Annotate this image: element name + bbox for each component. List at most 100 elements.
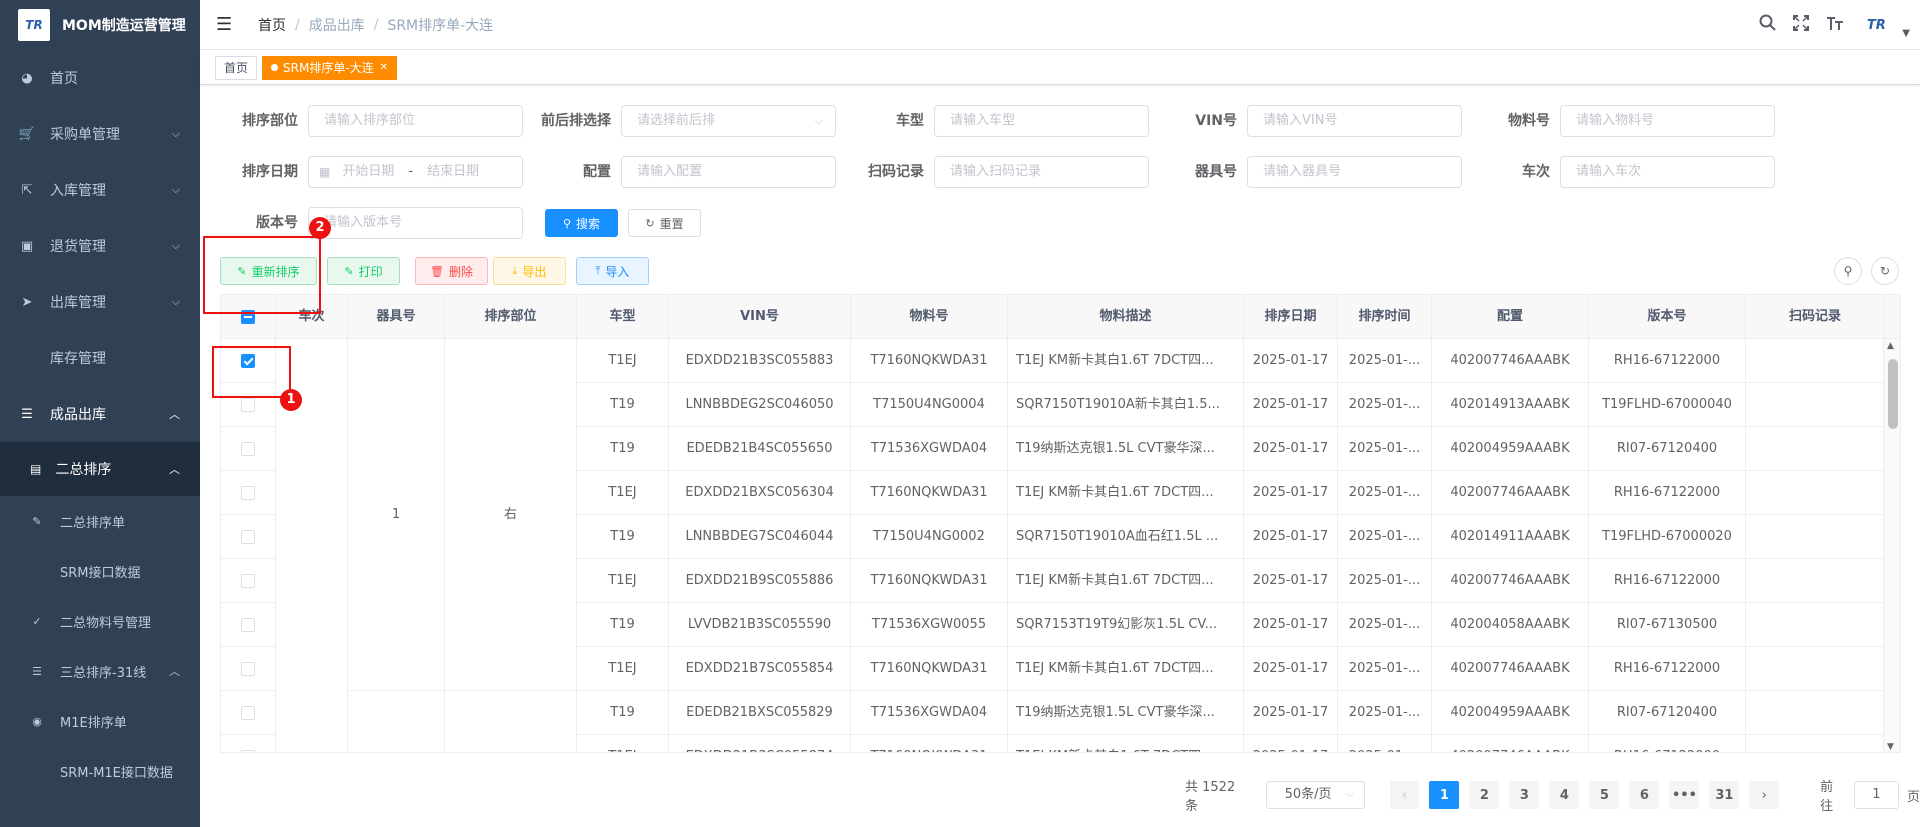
page-button[interactable]: ••• <box>1669 781 1700 809</box>
breadcrumb-home[interactable]: 首页 <box>258 15 286 35</box>
input-placeholder: 请选择前后排 <box>637 113 716 128</box>
page-button[interactable]: 4 <box>1549 781 1580 809</box>
header: ☰ 首页 / 成品出库 / SRM排序单-大连 TR ▼ <box>200 0 1920 50</box>
sidebar-sub-item[interactable]: ◉ M1E排序单 <box>0 696 200 746</box>
font-size-icon[interactable] <box>1818 15 1852 36</box>
row-checkbox-cell[interactable] <box>221 647 276 691</box>
sidebar-item[interactable]: ☰ 成品出库 ︿ <box>0 386 200 442</box>
search-icon[interactable] <box>1750 14 1784 36</box>
start-date-input[interactable]: 开始日期 <box>342 157 394 187</box>
sidebar-item[interactable]: ▣ 退货管理 ⌵ <box>0 218 200 274</box>
page-size-select[interactable]: 50条/页 ⌵ <box>1265 781 1365 809</box>
table-cell <box>1746 735 1885 752</box>
scroll-down-icon[interactable]: ▼ <box>1887 742 1894 752</box>
prev-page-button[interactable]: ‹ <box>1389 781 1420 809</box>
select-field[interactable]: 请选择前后排 ⌵ <box>621 105 836 137</box>
sidebar-item[interactable]: ➤ 出库管理 ⌵ <box>0 274 200 330</box>
reset-button[interactable]: ↻ 重置 <box>628 209 701 237</box>
sidebar-sub-item[interactable]: ☰ 三总排序-31线 ︿ <box>0 646 200 696</box>
export-button[interactable]: ⤓ 导出 <box>493 257 566 285</box>
row-checkbox[interactable] <box>241 573 255 588</box>
text-input[interactable]: 请输入物料号 <box>1560 105 1775 137</box>
sidebar-sub-item[interactable]: ✎ 二总排序单 <box>0 496 200 546</box>
table-cell: T71536XGWDA04 <box>851 691 1008 735</box>
breadcrumb-separator: / <box>295 16 300 33</box>
tag-srm-sort[interactable]: SRM排序单-大连 ✕ <box>262 55 398 80</box>
table-cell: 402007746AAABK <box>1432 559 1589 603</box>
row-checkbox-cell[interactable] <box>221 427 276 471</box>
table-cell: T1EJ KM新卡其白1.6T 7DCT四... <box>1008 471 1244 515</box>
toggle-search-icon[interactable]: ⚲ <box>1834 257 1862 285</box>
refresh-icon[interactable]: ↻ <box>1871 257 1899 285</box>
row-checkbox[interactable] <box>241 529 255 544</box>
hamburger-icon[interactable]: ☰ <box>216 14 236 35</box>
goto-label: 前往 <box>1820 780 1834 814</box>
sidebar-item[interactable]: 🛒 采购单管理 ⌵ <box>0 106 200 162</box>
row-checkbox[interactable] <box>241 485 255 500</box>
sidebar-item[interactable]: ◕ 首页 <box>0 50 200 106</box>
page-button[interactable]: 31 <box>1709 781 1740 809</box>
next-page-button[interactable]: › <box>1749 781 1780 809</box>
scrollbar-thumb[interactable] <box>1888 359 1898 429</box>
row-checkbox-cell[interactable] <box>221 735 276 752</box>
row-checkbox[interactable] <box>241 705 255 720</box>
row-checkbox-cell[interactable] <box>221 603 276 647</box>
column-header: 排序部位 <box>445 295 577 339</box>
sidebar-item[interactable]: 库存管理 <box>0 330 200 386</box>
table-cell: RH16-67122000 <box>1589 735 1746 752</box>
text-input[interactable]: 请输入版本号 <box>308 207 523 239</box>
row-checkbox[interactable] <box>241 749 255 752</box>
sidebar-sub-item[interactable]: SRM-M1E接口数据 <box>0 746 200 796</box>
column-header: 扫码记录 <box>1746 295 1885 339</box>
scroll-up-icon[interactable]: ▲ <box>1887 341 1894 351</box>
page-button[interactable]: 2 <box>1469 781 1500 809</box>
row-checkbox-cell[interactable] <box>221 691 276 735</box>
page-button[interactable]: 3 <box>1509 781 1540 809</box>
sidebar-sub-item[interactable]: ✓ 二总物料号管理 <box>0 596 200 646</box>
tag-home[interactable]: 首页 <box>215 55 258 80</box>
text-input[interactable]: 请输入器具号 <box>1247 156 1462 188</box>
input-placeholder: 请输入车次 <box>1576 164 1642 179</box>
tag-label: 首页 <box>224 61 249 75</box>
page-button[interactable]: 6 <box>1629 781 1660 809</box>
row-checkbox[interactable] <box>241 441 255 456</box>
row-checkbox[interactable] <box>241 661 255 676</box>
sidebar-item-label: 采购单管理 <box>50 127 120 143</box>
table-cell: LNNBBDEG2SC046050 <box>669 383 851 427</box>
field-label: 排序日期 <box>242 164 298 180</box>
goto-page-input[interactable]: 1 <box>1853 781 1899 809</box>
row-checkbox-cell[interactable] <box>221 559 276 603</box>
text-input[interactable]: 请输入排序部位 <box>308 105 523 137</box>
sidebar-sub-item[interactable]: SRM接口数据 <box>0 546 200 596</box>
sidebar-group[interactable]: ▤ 二总排序 ︿ <box>0 442 200 496</box>
search-button[interactable]: ⚲ 搜索 <box>545 209 618 237</box>
row-checkbox-cell[interactable] <box>221 515 276 559</box>
text-input[interactable]: 请输入车型 <box>934 105 1149 137</box>
field-label: 车型 <box>896 113 924 129</box>
row-checkbox[interactable] <box>241 397 255 412</box>
table-cell: 402007746AAABK <box>1432 339 1589 383</box>
date-range-picker[interactable]: ▦ 开始日期 - 结束日期 <box>308 156 523 188</box>
print-button[interactable]: ✎ 打印 <box>327 257 400 285</box>
caret-down-icon[interactable]: ▼ <box>1902 28 1910 39</box>
scrollbar[interactable]: ▲ ▼ <box>1883 339 1900 752</box>
annotation-badge-1: 1 <box>280 389 302 411</box>
close-icon[interactable]: ✕ <box>380 62 388 73</box>
text-input[interactable]: 请输入VIN号 <box>1247 105 1462 137</box>
fullscreen-icon[interactable] <box>1784 14 1818 36</box>
end-date-input[interactable]: 结束日期 <box>427 157 479 187</box>
page-button[interactable]: 5 <box>1589 781 1620 809</box>
delete-button[interactable]: 🗑 删除 <box>415 257 488 285</box>
import-button[interactable]: ⤒ 导入 <box>576 257 649 285</box>
row-checkbox[interactable] <box>241 617 255 632</box>
column-header: 物料号 <box>851 295 1008 339</box>
avatar[interactable]: TR <box>1858 12 1894 38</box>
row-checkbox-cell[interactable] <box>221 471 276 515</box>
text-input[interactable]: 请输入车次 <box>1560 156 1775 188</box>
text-input[interactable]: 请输入配置 <box>621 156 836 188</box>
text-input[interactable]: 请输入扫码记录 <box>934 156 1149 188</box>
sidebar-item[interactable]: ⇱ 入库管理 ⌵ <box>0 162 200 218</box>
page-button[interactable]: 1 <box>1429 781 1460 809</box>
logo-icon: TR <box>18 9 50 41</box>
breadcrumb-separator: / <box>373 16 379 33</box>
